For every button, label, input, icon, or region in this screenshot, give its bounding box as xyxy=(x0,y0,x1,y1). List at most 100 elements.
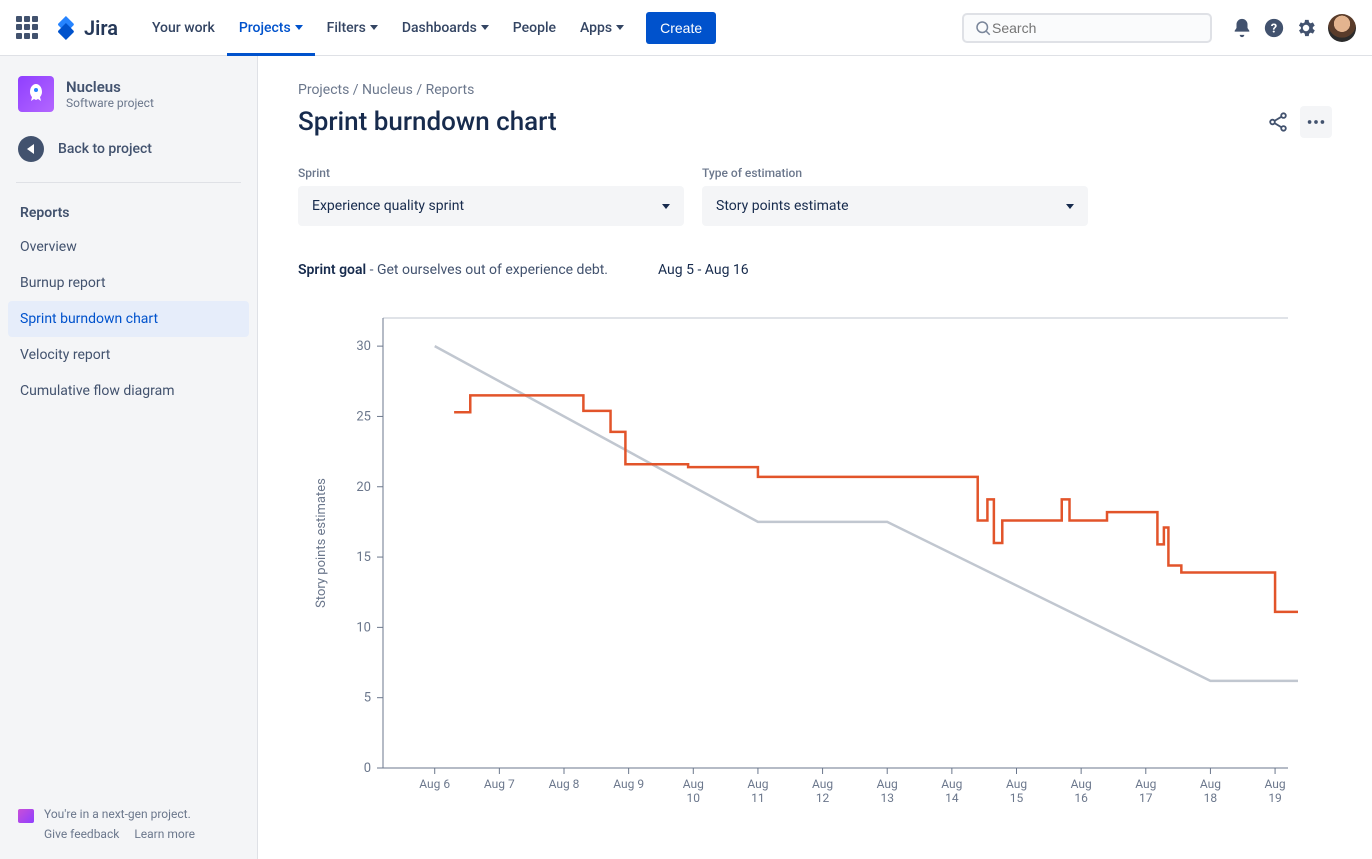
nav-items: Your work Projects Filters Dashboards People… xyxy=(140,0,636,55)
svg-text:15: 15 xyxy=(356,550,371,565)
chevron-down-icon xyxy=(370,25,378,30)
project-header: Nucleus Software project xyxy=(8,76,249,126)
settings-icon[interactable] xyxy=(1290,12,1322,44)
svg-text:Aug 8: Aug 8 xyxy=(549,777,580,791)
svg-text:Aug: Aug xyxy=(747,777,768,791)
search-input[interactable] xyxy=(992,20,1200,36)
svg-text:16: 16 xyxy=(1074,791,1088,805)
estimation-select[interactable]: Story points estimate xyxy=(702,186,1088,226)
svg-text:Story points estimates: Story points estimates xyxy=(314,478,329,608)
more-actions-icon[interactable] xyxy=(1300,106,1332,138)
svg-text:Aug 7: Aug 7 xyxy=(484,777,515,791)
svg-text:Aug: Aug xyxy=(683,777,704,791)
create-button[interactable]: Create xyxy=(646,12,716,44)
project-name: Nucleus xyxy=(66,78,154,96)
svg-text:13: 13 xyxy=(880,791,894,805)
sprint-select[interactable]: Experience quality sprint xyxy=(298,186,684,226)
nav-item-people[interactable]: People xyxy=(501,0,568,55)
svg-text:11: 11 xyxy=(751,791,765,805)
page-title: Sprint burndown chart xyxy=(298,107,557,137)
rocket-icon xyxy=(24,82,48,106)
nav-item-filters[interactable]: Filters xyxy=(315,0,390,55)
sprint-date-range: Aug 5 - Aug 16 xyxy=(658,262,749,278)
nav-item-label: People xyxy=(513,20,556,36)
nav-item-your-work[interactable]: Your work xyxy=(140,0,227,55)
svg-text:?: ? xyxy=(1271,21,1277,36)
sprint-select-value: Experience quality sprint xyxy=(312,198,464,214)
nav-item-label: Your work xyxy=(152,20,215,36)
sidebar-footer: You're in a next-gen project. Give feedb… xyxy=(8,797,249,851)
search-icon xyxy=(974,19,992,37)
give-feedback-link[interactable]: Give feedback xyxy=(44,827,119,841)
nav-item-label: Filters xyxy=(327,20,366,36)
top-nav: Jira Your work Projects Filters Dashboards P… xyxy=(0,0,1372,56)
svg-text:10: 10 xyxy=(356,620,371,635)
back-arrow-icon xyxy=(18,136,44,162)
sprint-goal-label: Sprint goal xyxy=(298,262,366,278)
svg-text:Aug: Aug xyxy=(1071,777,1092,791)
estimation-select-value: Story points estimate xyxy=(716,198,849,214)
sidebar: Nucleus Software project Back to project… xyxy=(0,56,258,859)
svg-text:15: 15 xyxy=(1010,791,1024,805)
svg-text:25: 25 xyxy=(356,409,371,424)
chart-svg: 051015202530Aug 6Aug 7Aug 8Aug 9Aug 10Au… xyxy=(298,308,1298,828)
sidebar-section-header: Reports xyxy=(8,197,249,229)
chevron-down-icon xyxy=(295,25,303,30)
nav-item-apps[interactable]: Apps xyxy=(568,0,636,55)
svg-text:17: 17 xyxy=(1139,791,1153,805)
nav-item-dashboards[interactable]: Dashboards xyxy=(390,0,501,55)
breadcrumb[interactable]: Projects / Nucleus / Reports xyxy=(298,82,1332,98)
svg-text:Aug: Aug xyxy=(1135,777,1156,791)
jira-logo-icon xyxy=(54,16,78,40)
sidebar-item-burnup-report[interactable]: Burnup report xyxy=(8,265,249,301)
nav-item-projects[interactable]: Projects xyxy=(227,0,315,55)
svg-text:5: 5 xyxy=(364,691,371,706)
footer-info: You're in a next-gen project. xyxy=(44,807,207,821)
svg-text:18: 18 xyxy=(1204,791,1218,805)
svg-text:10: 10 xyxy=(687,791,701,805)
svg-text:12: 12 xyxy=(816,791,830,805)
svg-text:Aug: Aug xyxy=(877,777,898,791)
sidebar-item-cumulative-flow-diagram[interactable]: Cumulative flow diagram xyxy=(8,373,249,409)
user-avatar[interactable] xyxy=(1328,14,1356,42)
sidebar-item-overview[interactable]: Overview xyxy=(8,229,249,265)
svg-text:20: 20 xyxy=(356,480,371,495)
svg-text:Aug 6: Aug 6 xyxy=(419,777,450,791)
chevron-down-icon xyxy=(616,25,624,30)
svg-text:Aug 9: Aug 9 xyxy=(613,777,644,791)
back-to-project[interactable]: Back to project xyxy=(8,126,249,172)
notifications-icon[interactable] xyxy=(1226,12,1258,44)
learn-more-link[interactable]: Learn more xyxy=(134,827,195,841)
svg-text:30: 30 xyxy=(356,339,371,354)
sidebar-item-velocity-report[interactable]: Velocity report xyxy=(8,337,249,373)
project-subtitle: Software project xyxy=(66,96,154,110)
share-icon[interactable] xyxy=(1262,106,1294,138)
chevron-down-icon xyxy=(1066,204,1074,209)
app-switcher-icon[interactable] xyxy=(16,16,40,40)
sidebar-items: OverviewBurnup reportSprint burndown cha… xyxy=(8,229,249,409)
sidebar-item-sprint-burndown-chart[interactable]: Sprint burndown chart xyxy=(8,301,249,337)
brand-name: Jira xyxy=(84,16,118,40)
sprint-goal-text: - Get ourselves out of experience debt. xyxy=(366,262,608,278)
chevron-down-icon xyxy=(481,25,489,30)
nav-item-label: Projects xyxy=(239,20,291,36)
svg-text:14: 14 xyxy=(945,791,959,805)
search-box[interactable] xyxy=(962,13,1212,43)
chevron-down-icon xyxy=(662,204,670,209)
sidebar-divider xyxy=(16,182,241,183)
svg-text:Aug: Aug xyxy=(1200,777,1221,791)
main-content: Projects / Nucleus / Reports Sprint burn… xyxy=(258,56,1372,859)
svg-text:0: 0 xyxy=(364,761,371,776)
svg-text:19: 19 xyxy=(1268,791,1282,805)
project-icon xyxy=(18,76,54,112)
burndown-chart: 051015202530Aug 6Aug 7Aug 8Aug 9Aug 10Au… xyxy=(298,308,1332,832)
svg-text:Aug: Aug xyxy=(812,777,833,791)
nextgen-icon xyxy=(18,809,34,823)
sprint-select-label: Sprint xyxy=(298,166,684,180)
svg-text:Aug: Aug xyxy=(941,777,962,791)
nav-item-label: Apps xyxy=(580,20,612,36)
svg-text:Aug: Aug xyxy=(1265,777,1286,791)
back-label: Back to project xyxy=(58,141,152,157)
jira-logo[interactable]: Jira xyxy=(54,16,118,40)
help-icon[interactable]: ? xyxy=(1258,12,1290,44)
